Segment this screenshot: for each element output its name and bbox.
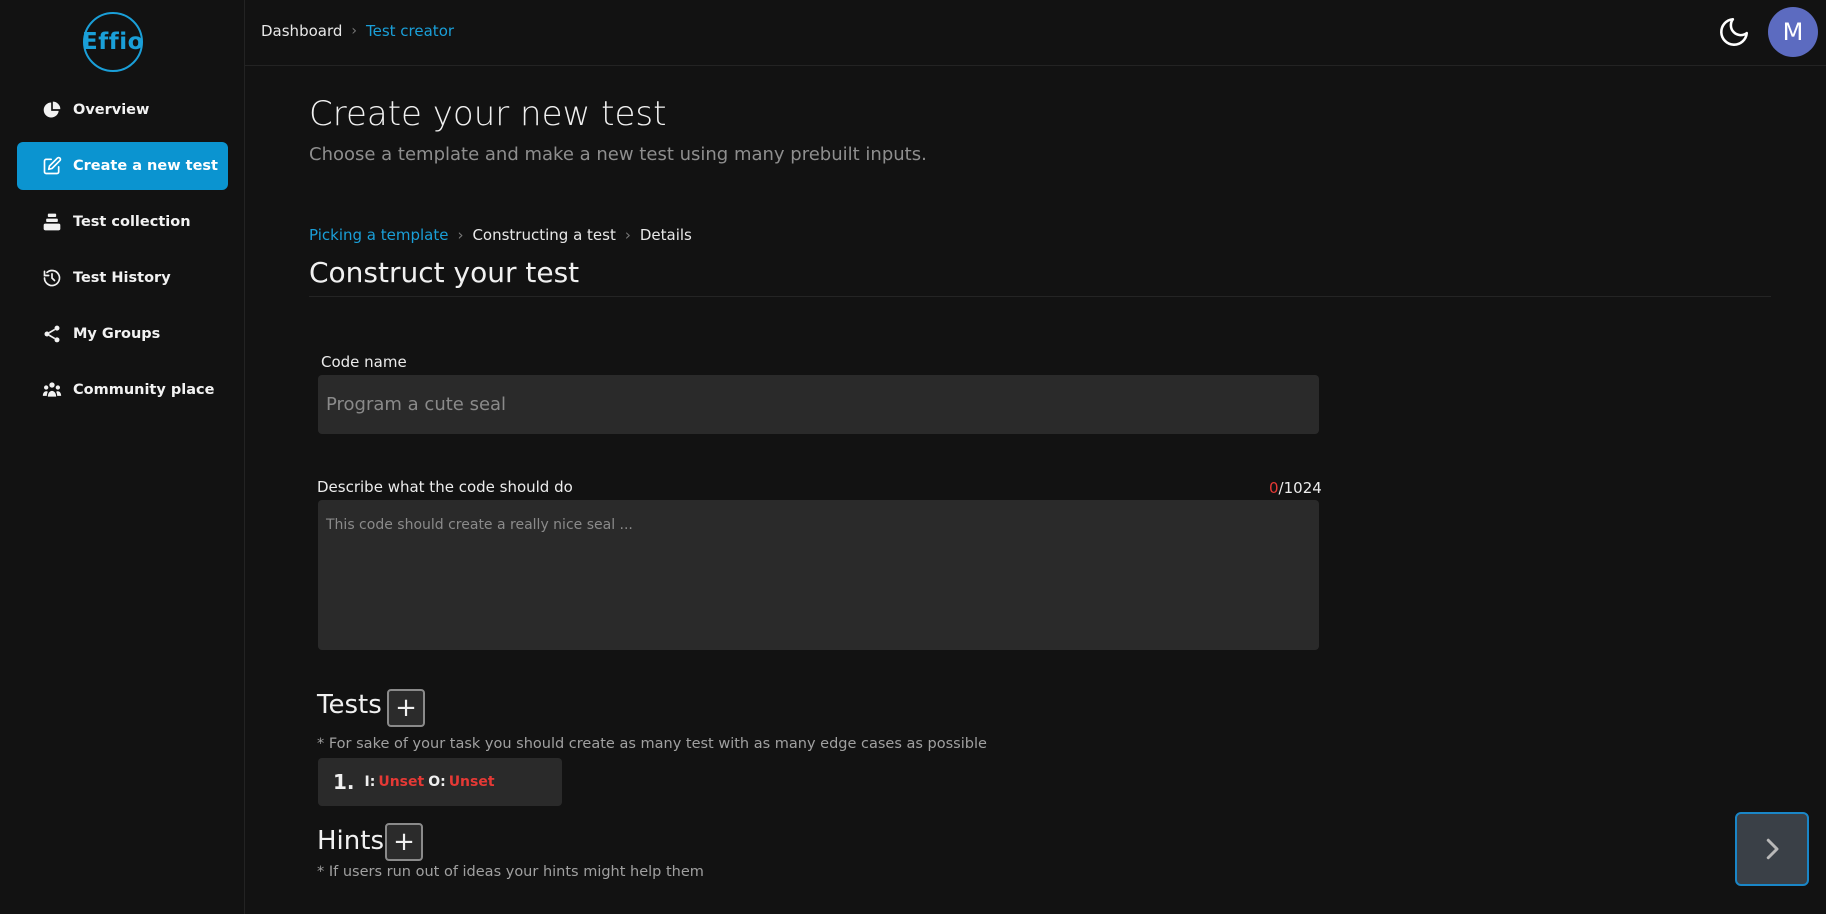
logo-text: Effio	[82, 29, 144, 55]
tests-title: Tests	[317, 690, 382, 720]
description-placeholder: This code should create a really nice se…	[326, 517, 633, 533]
description-textarea[interactable]: This code should create a really nice se…	[318, 500, 1319, 650]
sidebar-item-test-collection[interactable]: Test collection	[17, 198, 228, 246]
step-separator-icon: ›	[457, 226, 464, 244]
community-icon	[42, 380, 62, 400]
step-details: Details	[639, 226, 692, 244]
test-output-value: Unset	[448, 774, 495, 790]
moon-icon[interactable]	[1717, 15, 1751, 49]
description-label: Describe what the code should do	[317, 478, 573, 496]
character-counter: 0/1024	[1269, 479, 1322, 497]
app-logo[interactable]: Effio	[82, 12, 144, 72]
step-constructing-test: Constructing a test	[472, 226, 616, 244]
sidebar-item-label: Community place	[73, 382, 215, 398]
sidebar: Effio Overview Create a new test Test co…	[0, 0, 245, 914]
sidebar-item-label: Overview	[73, 102, 150, 118]
sidebar-item-community-place[interactable]: Community place	[17, 366, 228, 414]
wizard-steps: Picking a template › Constructing a test…	[309, 226, 692, 244]
sidebar-item-my-groups[interactable]: My Groups	[17, 310, 228, 358]
pie-chart-icon	[42, 100, 62, 120]
step-picking-template[interactable]: Picking a template	[309, 226, 448, 244]
test-input-label: I:	[364, 774, 376, 790]
page-title: Create your new test	[309, 94, 667, 134]
avatar[interactable]: M	[1768, 7, 1818, 57]
plus-icon: +	[393, 827, 415, 857]
test-case-number: 1.	[333, 770, 355, 794]
avatar-initial: M	[1782, 18, 1804, 46]
sidebar-item-overview[interactable]: Overview	[17, 86, 228, 134]
next-button[interactable]	[1735, 812, 1809, 886]
code-name-label: Code name	[321, 353, 407, 371]
chevron-right-icon	[1766, 838, 1779, 860]
sidebar-item-label: Test History	[73, 270, 171, 286]
add-hint-button[interactable]: +	[385, 823, 423, 861]
sidebar-item-create-test[interactable]: Create a new test	[17, 142, 228, 190]
sidebar-item-label: Test collection	[73, 214, 191, 230]
code-name-placeholder: Program a cute seal	[326, 394, 507, 415]
character-max: /1024	[1278, 479, 1322, 497]
code-name-input[interactable]: Program a cute seal	[318, 375, 1319, 434]
sidebar-item-test-history[interactable]: Test History	[17, 254, 228, 302]
hints-note: * If users run out of ideas your hints m…	[317, 864, 704, 880]
stack-icon	[42, 212, 62, 232]
add-test-button[interactable]: +	[387, 689, 425, 727]
breadcrumb-dashboard[interactable]: Dashboard	[261, 22, 342, 40]
sidebar-item-label: Create a new test	[73, 158, 218, 174]
edit-icon	[42, 156, 62, 176]
character-count: 0	[1269, 479, 1279, 497]
breadcrumb-current[interactable]: Test creator	[366, 22, 454, 40]
history-icon	[42, 268, 62, 288]
app-root: Effio Overview Create a new test Test co…	[0, 0, 1826, 914]
test-input-value: Unset	[378, 774, 425, 790]
section-divider	[309, 296, 1771, 297]
tests-note: * For sake of your task you should creat…	[317, 736, 987, 752]
plus-icon: +	[395, 693, 417, 723]
breadcrumb-separator-icon: ›	[351, 23, 357, 39]
sidebar-item-label: My Groups	[73, 326, 161, 342]
breadcrumb: Dashboard › Test creator	[261, 22, 454, 40]
hints-title: Hints	[317, 826, 384, 856]
section-title: Construct your test	[309, 256, 580, 289]
share-icon	[42, 324, 62, 344]
test-case-item[interactable]: 1. I: Unset O: Unset	[318, 758, 562, 806]
topbar: Dashboard › Test creator M	[245, 0, 1826, 66]
sidebar-nav: Overview Create a new test Test collecti…	[17, 86, 228, 422]
test-output-label: O:	[428, 774, 446, 790]
step-separator-icon: ›	[624, 226, 631, 244]
page-subtitle: Choose a template and make a new test us…	[309, 144, 927, 165]
